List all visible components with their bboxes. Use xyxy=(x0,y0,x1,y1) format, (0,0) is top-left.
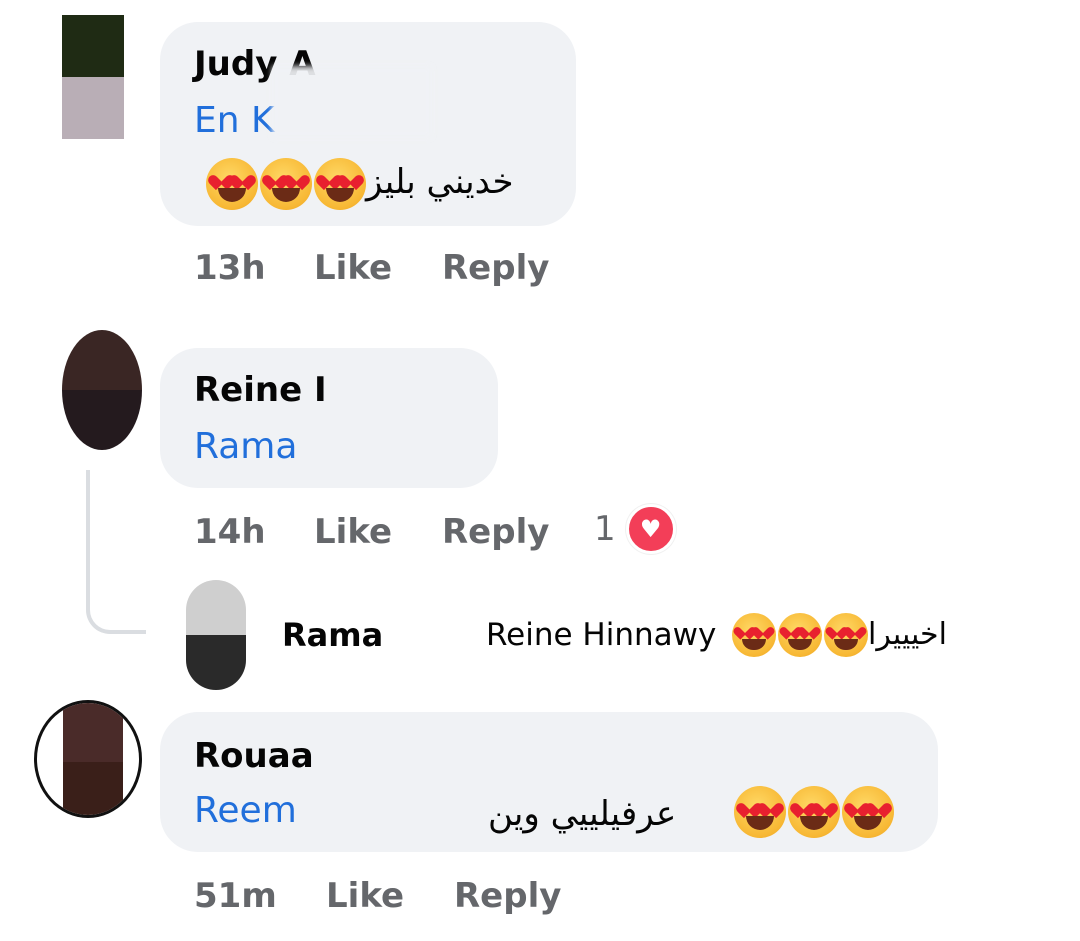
comment-bubble: Reine I Rama xyxy=(160,348,498,488)
comment-timestamp[interactable]: 13h xyxy=(194,248,266,288)
heart-eyes-emoji xyxy=(314,158,366,210)
like-button[interactable]: Like xyxy=(326,876,404,916)
heart-eyes-emoji xyxy=(732,613,776,657)
like-button[interactable]: Like xyxy=(314,248,392,288)
emoji-row xyxy=(734,786,894,838)
comment-author[interactable]: Reine I xyxy=(194,370,327,410)
heart-eyes-emoji xyxy=(206,158,258,210)
avatar[interactable] xyxy=(186,580,246,690)
comment-mention[interactable]: Reem xyxy=(194,790,297,831)
reaction-summary[interactable]: 1 ♥ xyxy=(594,504,676,554)
avatar[interactable] xyxy=(62,15,124,139)
comments-thread: Judy A En K خديني بليز 13h Like Reply Re… xyxy=(0,0,1080,941)
reaction-count: 1 xyxy=(594,509,616,549)
comment-bubble: Judy A En K خديني بليز xyxy=(160,22,576,226)
avatar[interactable] xyxy=(34,700,142,818)
comment-mention[interactable]: Rama xyxy=(194,426,297,467)
avatar[interactable] xyxy=(62,330,142,450)
comment-timestamp[interactable]: 14h xyxy=(194,512,266,552)
reply-text: اخيييرا xyxy=(868,617,947,652)
heart-eyes-emoji xyxy=(260,158,312,210)
redaction xyxy=(272,66,432,138)
comment-bubble: Rouaa Reem عرفيلييي وين xyxy=(160,712,938,852)
comment-text: عرفيلييي وين xyxy=(488,794,677,834)
comment-author[interactable]: Rouaa xyxy=(194,736,314,776)
comment-text: خديني بليز xyxy=(366,162,514,202)
reply-mention[interactable]: Reine Hinnawy xyxy=(486,617,716,653)
heart-eyes-emoji xyxy=(734,786,786,838)
heart-eyes-emoji xyxy=(842,786,894,838)
comment-timestamp[interactable]: 51m xyxy=(194,876,277,916)
heart-eyes-emoji xyxy=(778,613,822,657)
thread-connector xyxy=(86,470,146,634)
emoji-row xyxy=(206,158,366,210)
emoji-row xyxy=(732,613,868,657)
heart-reaction-icon: ♥ xyxy=(625,504,676,554)
reply-button[interactable]: Reply xyxy=(442,248,549,288)
heart-eyes-emoji xyxy=(788,786,840,838)
comment-mention[interactable]: En K xyxy=(194,100,275,141)
like-button[interactable]: Like xyxy=(314,512,392,552)
reply-button[interactable]: Reply xyxy=(442,512,549,552)
reply-button[interactable]: Reply xyxy=(454,876,561,916)
heart-eyes-emoji xyxy=(824,613,868,657)
reply-author[interactable]: Rama xyxy=(282,616,383,654)
